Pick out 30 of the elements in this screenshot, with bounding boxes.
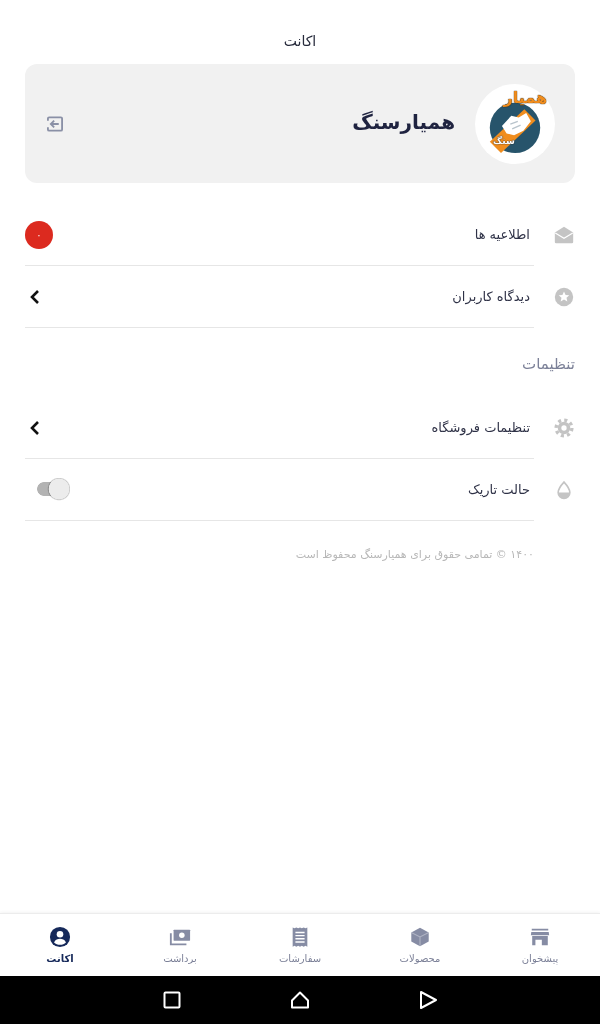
logo-text: سنگ (493, 135, 515, 147)
back-triangle-icon[interactable] (418, 990, 438, 1010)
store-name: همیارسنگ (352, 108, 455, 136)
star-circle-icon (554, 287, 574, 307)
dark-mode-switch[interactable] (37, 478, 70, 501)
drop-icon (554, 480, 574, 500)
nav-tab[interactable]: اکانت (0, 914, 120, 976)
copyright-text: ۱۴۰۰ © تمامی حقوق برای همیارسنگ محفوظ است (295, 548, 534, 561)
settings-icon (554, 418, 574, 438)
cube-icon (409, 926, 431, 948)
nav-tab[interactable]: سفارشات (240, 914, 360, 976)
nav-tab[interactable]: محصولات (360, 914, 480, 976)
logo-text: همیار (503, 88, 547, 107)
logout-icon[interactable] (45, 113, 65, 134)
menu-item-label[interactable]: حالت تاریک (468, 480, 530, 499)
menu-item-label[interactable]: دیدگاه کاربران (452, 287, 530, 306)
menu-item-label[interactable]: اطلاعیه ها (474, 225, 530, 244)
menu-item-label[interactable]: تنظیمات فروشگاه (431, 418, 530, 437)
envelope-open-icon (554, 225, 574, 245)
storefront-icon (529, 926, 551, 948)
section-title: تنظیمات (522, 355, 575, 373)
home-icon[interactable] (290, 990, 310, 1010)
chevron-left-icon (29, 419, 41, 436)
nav-tab[interactable]: پیشخوان (480, 914, 600, 976)
recents-square-icon[interactable] (162, 990, 182, 1010)
page-title: اکانت (283, 32, 317, 51)
user-circle-icon (49, 926, 71, 948)
chevron-left-icon (29, 288, 41, 305)
count-badge: ۰ (25, 220, 53, 249)
nav-tab[interactable]: برداشت (120, 914, 240, 976)
